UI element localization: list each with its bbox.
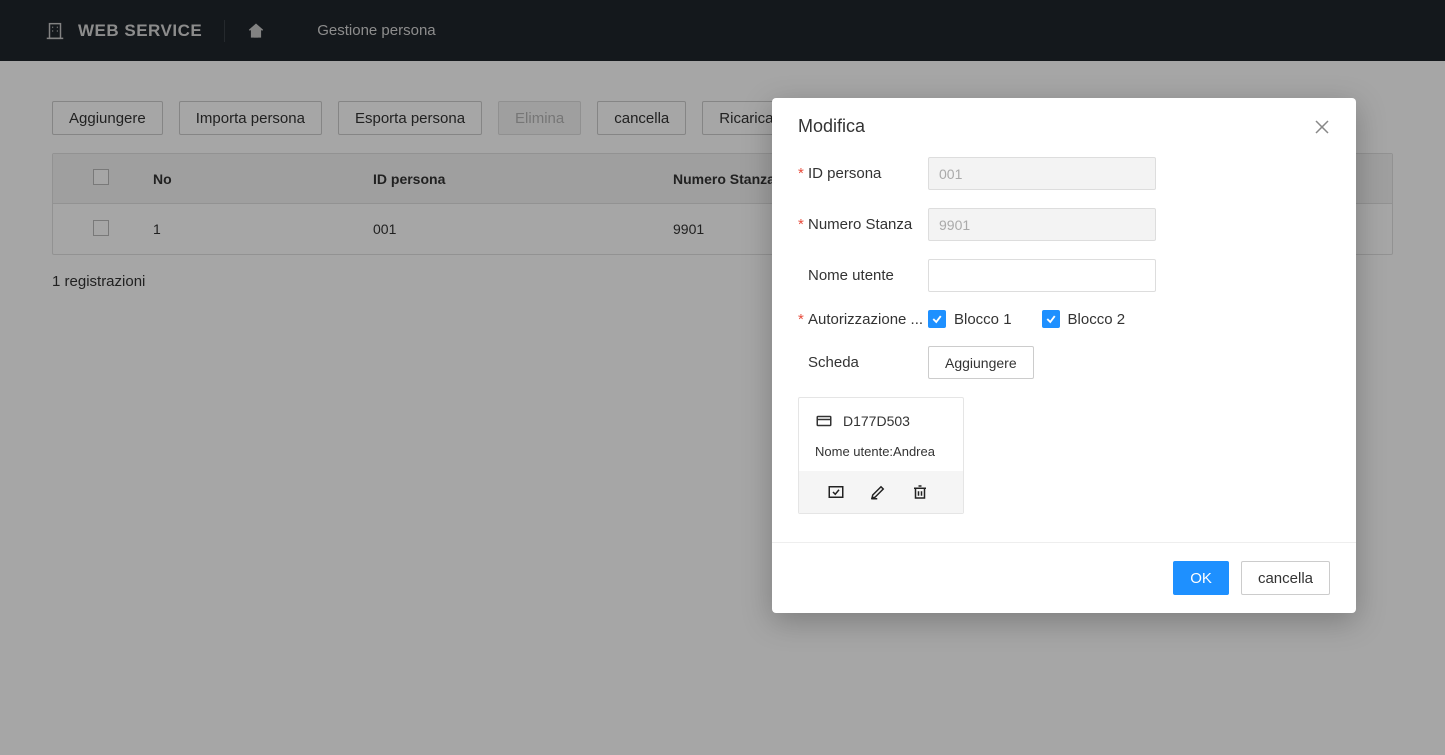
block2-checkbox[interactable]: Blocco 2 [1042,310,1126,328]
block1-label: Blocco 1 [954,311,1012,328]
card-user-line: Nome utente:Andrea [815,444,947,459]
room-number-input [928,208,1156,241]
checkbox-checked-icon [928,310,946,328]
card-code: D177D503 [843,413,910,429]
id-persona-input [928,157,1156,190]
id-persona-label: ID persona [798,165,928,182]
card-section-label: Scheda [798,354,928,371]
trash-icon[interactable] [911,483,929,501]
close-icon[interactable] [1314,119,1330,135]
block1-checkbox[interactable]: Blocco 1 [928,310,1012,328]
add-card-button[interactable]: Aggiungere [928,346,1034,379]
username-input[interactable] [928,259,1156,292]
checkbox-checked-icon [1042,310,1060,328]
modal-title: Modifica [798,116,865,137]
edit-icon[interactable] [869,483,887,501]
username-label: Nome utente [798,267,928,284]
ok-button[interactable]: OK [1173,561,1229,595]
edit-modal: Modifica ID persona Numero Stanza Nome u… [772,98,1356,613]
authorization-label: Autorizzazione ... [798,311,928,328]
check-action-icon[interactable] [827,483,845,501]
card-icon [815,412,833,430]
block2-label: Blocco 2 [1068,311,1126,328]
room-number-label: Numero Stanza [798,216,928,233]
modal-cancel-button[interactable]: cancella [1241,561,1330,595]
card-item: D177D503 Nome utente:Andrea [798,397,964,514]
